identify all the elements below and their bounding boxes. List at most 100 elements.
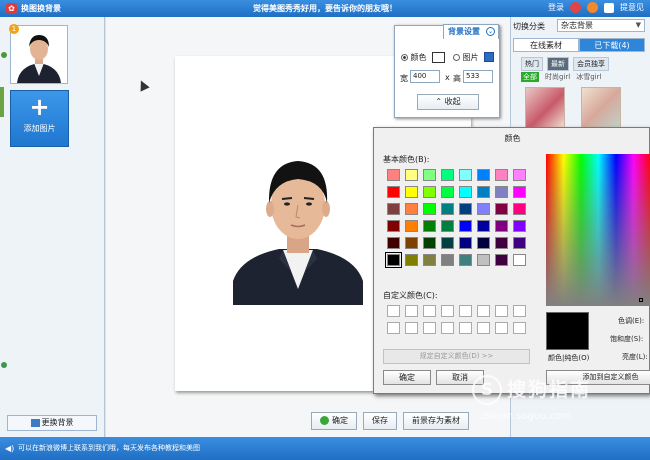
custom-color-slot[interactable] — [387, 322, 400, 334]
basic-color-swatch[interactable] — [477, 254, 490, 266]
basic-color-swatch[interactable] — [513, 220, 526, 232]
image-picker-icon[interactable] — [484, 52, 494, 62]
subtab-hot[interactable]: 热门 — [521, 57, 543, 71]
collapse-button[interactable]: ⌃ 收起 — [417, 94, 479, 110]
basic-color-swatch[interactable] — [405, 169, 418, 181]
basic-color-swatch[interactable] — [513, 254, 526, 266]
basic-color-swatch[interactable] — [387, 169, 400, 181]
basic-color-swatch[interactable] — [423, 186, 436, 198]
color-spectrum[interactable] — [546, 154, 650, 306]
basic-color-swatch[interactable] — [495, 220, 508, 232]
ok-button[interactable]: 确定 — [383, 370, 431, 385]
user-avatar-icon[interactable] — [570, 2, 581, 13]
filter-all[interactable]: 全部 — [521, 72, 539, 82]
save-button[interactable]: 保存 — [363, 412, 397, 430]
panel-edge-tab[interactable] — [0, 87, 4, 117]
weibo-icon[interactable] — [587, 2, 598, 13]
filter-ice-girl[interactable]: 冰雪girl — [576, 72, 601, 82]
basic-color-swatch[interactable] — [441, 237, 454, 249]
basic-color-swatch[interactable] — [459, 203, 472, 215]
basic-color-swatch[interactable] — [513, 186, 526, 198]
tab-downloaded[interactable]: 已下载(4) — [579, 38, 645, 52]
custom-color-slot[interactable] — [423, 305, 436, 317]
basic-color-swatch[interactable] — [441, 203, 454, 215]
feedback-icon[interactable] — [604, 2, 614, 13]
basic-color-swatch[interactable] — [387, 203, 400, 215]
basic-color-swatch[interactable] — [423, 203, 436, 215]
basic-color-swatch[interactable] — [405, 186, 418, 198]
basic-color-swatch[interactable] — [459, 220, 472, 232]
basic-color-swatch[interactable] — [513, 237, 526, 249]
person-cutout[interactable] — [233, 153, 363, 305]
custom-color-slot[interactable] — [405, 305, 418, 317]
basic-color-swatch[interactable] — [459, 254, 472, 266]
color-radio[interactable] — [401, 54, 408, 61]
basic-color-swatch[interactable] — [423, 220, 436, 232]
basic-color-swatch[interactable] — [477, 220, 490, 232]
color-option[interactable]: 颜色 — [401, 52, 427, 63]
basic-color-swatch[interactable] — [423, 169, 436, 181]
confirm-button[interactable]: 确定 — [311, 412, 357, 430]
height-input[interactable]: 533 — [463, 70, 493, 83]
basic-color-swatch[interactable] — [385, 252, 402, 268]
basic-color-swatch[interactable] — [423, 254, 436, 266]
basic-color-swatch[interactable] — [477, 169, 490, 181]
basic-color-swatch[interactable] — [495, 254, 508, 266]
picture-option[interactable]: 图片 — [453, 52, 479, 63]
basic-color-swatch[interactable] — [387, 237, 400, 249]
category-select[interactable]: 杂志背景 ▼ — [557, 19, 645, 32]
basic-color-swatch[interactable] — [441, 254, 454, 266]
basic-color-swatch[interactable] — [387, 220, 400, 232]
basic-color-swatch[interactable] — [513, 203, 526, 215]
basic-color-swatch[interactable] — [459, 186, 472, 198]
basic-color-swatch[interactable] — [459, 169, 472, 181]
basic-color-swatch[interactable] — [495, 237, 508, 249]
feedback-link[interactable]: 提意见 — [620, 2, 644, 13]
basic-color-swatch[interactable] — [441, 186, 454, 198]
add-photo-button[interactable]: + 添加图片 — [10, 90, 69, 147]
basic-color-swatch[interactable] — [387, 186, 400, 198]
custom-color-slot[interactable] — [459, 305, 472, 317]
status-message[interactable]: 可以在新浪微博上联系到我们哦，每天发布各种教程和美图 — [18, 443, 200, 453]
login-link[interactable]: 登录 — [548, 2, 564, 13]
custom-color-slot[interactable] — [441, 305, 454, 317]
basic-color-swatch[interactable] — [459, 237, 472, 249]
custom-color-slot[interactable] — [513, 305, 526, 317]
tab-online-material[interactable]: 在线素材 — [513, 38, 579, 52]
custom-color-slot[interactable] — [495, 305, 508, 317]
chevron-down-icon[interactable]: ⌄ — [486, 27, 495, 36]
basic-color-swatch[interactable] — [405, 254, 418, 266]
basic-color-swatch[interactable] — [513, 169, 526, 181]
tab-background-settings[interactable]: 背景设置 ⌄ — [443, 24, 499, 39]
custom-color-slot[interactable] — [405, 322, 418, 334]
basic-color-swatch[interactable] — [405, 237, 418, 249]
basic-color-swatch[interactable] — [477, 186, 490, 198]
basic-color-swatch[interactable] — [405, 220, 418, 232]
subtab-member[interactable]: 会员独享 — [573, 57, 609, 71]
spectrum-crosshair[interactable] — [639, 298, 643, 302]
background-color-swatch[interactable] — [432, 52, 445, 63]
custom-color-slot[interactable] — [387, 305, 400, 317]
custom-color-slot[interactable] — [423, 322, 436, 334]
basic-color-swatch[interactable] — [477, 203, 490, 215]
change-background-button[interactable]: 更换背景 — [7, 415, 97, 431]
custom-color-slot[interactable] — [441, 322, 454, 334]
custom-color-slot[interactable] — [477, 305, 490, 317]
subtab-newest[interactable]: 最新 — [547, 57, 569, 71]
custom-color-slot[interactable] — [513, 322, 526, 334]
basic-color-swatch[interactable] — [495, 186, 508, 198]
basic-color-swatch[interactable] — [405, 203, 418, 215]
custom-color-slot[interactable] — [459, 322, 472, 334]
basic-color-swatch[interactable] — [477, 237, 490, 249]
basic-color-swatch[interactable] — [423, 237, 436, 249]
basic-color-swatch[interactable] — [441, 220, 454, 232]
basic-color-swatch[interactable] — [495, 203, 508, 215]
filter-fashion-girl[interactable]: 时尚girl — [545, 72, 570, 82]
basic-color-swatch[interactable] — [495, 169, 508, 181]
custom-color-slot[interactable] — [477, 322, 490, 334]
define-custom-colors-button[interactable]: 规定自定义颜色(D) >> — [383, 349, 530, 364]
basic-color-swatch[interactable] — [441, 169, 454, 181]
background-thumbnail[interactable] — [581, 87, 621, 129]
picture-radio[interactable] — [453, 54, 460, 61]
custom-color-slot[interactable] — [495, 322, 508, 334]
